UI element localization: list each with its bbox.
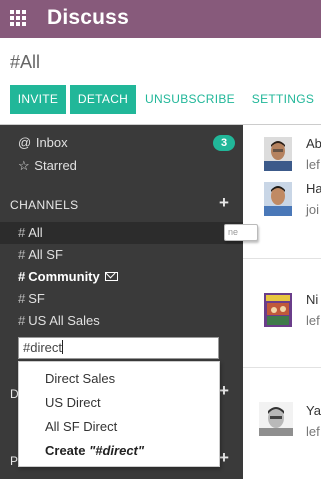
invite-button[interactable]: INVITE bbox=[10, 85, 66, 114]
inbox-count-badge: 3 bbox=[213, 135, 235, 151]
hash-icon: # bbox=[18, 247, 26, 262]
avatar[interactable] bbox=[264, 293, 292, 327]
sidebar-item-inbox[interactable]: @ Inbox bbox=[18, 135, 68, 150]
message-snippet: lef bbox=[306, 313, 320, 328]
autocomplete-option[interactable]: US Direct bbox=[45, 395, 101, 410]
private-channels-header[interactable]: P bbox=[10, 454, 18, 468]
detach-button[interactable]: DETACH bbox=[70, 85, 136, 114]
hash-icon: # bbox=[18, 291, 26, 306]
add-channel-input[interactable]: #direct bbox=[18, 337, 219, 359]
add-direct-message-plus-icon[interactable]: + bbox=[219, 381, 229, 401]
autocomplete-option[interactable]: Direct Sales bbox=[45, 371, 115, 386]
message-separator bbox=[243, 258, 321, 259]
channel-label: All bbox=[28, 225, 43, 240]
hash-icon: # bbox=[18, 269, 26, 284]
sidebar-item-channel[interactable]: # All SF bbox=[18, 244, 63, 266]
hash-icon: # bbox=[18, 225, 26, 240]
unsubscribe-button[interactable]: UNSUBSCRIBE bbox=[142, 85, 238, 114]
channel-label: All SF bbox=[28, 247, 63, 262]
sidebar-item-channel[interactable]: # Community bbox=[18, 266, 118, 288]
star-icon: ☆ bbox=[18, 158, 30, 173]
avatar[interactable] bbox=[259, 402, 293, 436]
sidebar-item-channel[interactable]: # All bbox=[18, 222, 43, 244]
settings-button[interactable]: SETTINGS bbox=[246, 85, 320, 114]
add-channel-plus-icon[interactable]: + bbox=[219, 193, 229, 213]
sidebar-item-label: Inbox bbox=[35, 135, 68, 150]
message-snippet: lef bbox=[306, 424, 320, 439]
message-author[interactable]: Ab bbox=[306, 136, 321, 151]
sidebar-item-label: Starred bbox=[34, 158, 77, 173]
hash-icon: # bbox=[18, 313, 26, 328]
create-channel-option[interactable]: Create "#direct" bbox=[45, 443, 144, 458]
create-option-channel-name: "#direct" bbox=[89, 443, 145, 458]
apps-menu-icon[interactable] bbox=[10, 10, 27, 27]
channel-label: Community bbox=[28, 269, 100, 284]
message-author[interactable]: Ya bbox=[306, 403, 321, 418]
channel-autocomplete-dropdown: Direct Sales US Direct All SF Direct Cre… bbox=[18, 361, 220, 467]
at-icon: @ bbox=[18, 135, 32, 150]
message-author[interactable]: Ni bbox=[306, 292, 318, 307]
avatar[interactable] bbox=[264, 137, 292, 171]
channel-tooltip: ne bbox=[224, 224, 258, 241]
message-separator bbox=[243, 367, 321, 368]
sidebar-item-channel[interactable]: # SF bbox=[18, 288, 45, 310]
add-private-channel-plus-icon[interactable]: + bbox=[219, 448, 229, 468]
channel-label: US All Sales bbox=[28, 313, 100, 328]
message-snippet: lef bbox=[306, 157, 320, 172]
envelope-icon[interactable] bbox=[104, 272, 118, 281]
sidebar-item-starred[interactable]: ☆ Starred bbox=[18, 158, 77, 174]
breadcrumb: #All bbox=[10, 52, 41, 72]
avatar[interactable] bbox=[264, 182, 292, 216]
channel-label: SF bbox=[28, 291, 45, 306]
app-title: Discuss bbox=[47, 6, 129, 29]
top-bar: Discuss bbox=[0, 0, 321, 38]
sidebar-item-channel[interactable]: # US All Sales bbox=[18, 310, 100, 332]
channels-header[interactable]: CHANNELS bbox=[10, 198, 79, 212]
autocomplete-option[interactable]: All SF Direct bbox=[45, 419, 117, 434]
message-author[interactable]: Ha bbox=[306, 181, 321, 196]
create-option-prefix: Create bbox=[45, 443, 90, 458]
add-channel-input-value: #direct bbox=[23, 340, 63, 355]
text-cursor bbox=[62, 340, 64, 354]
message-snippet: joi bbox=[306, 202, 320, 217]
